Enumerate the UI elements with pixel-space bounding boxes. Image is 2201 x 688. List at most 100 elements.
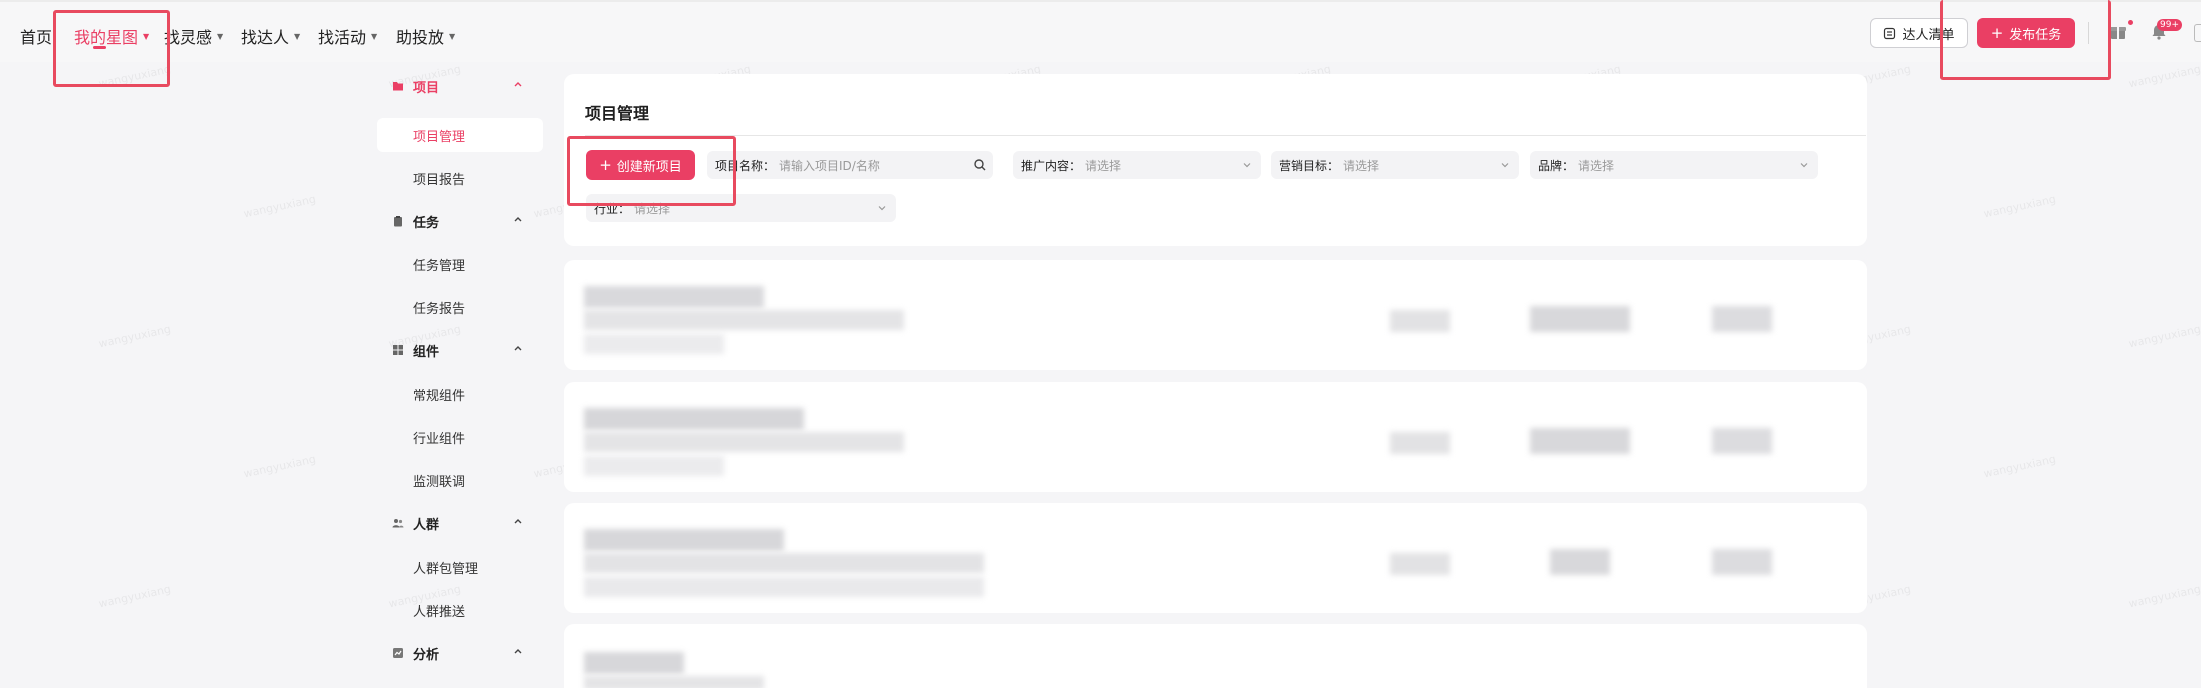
sidebar-item-industry-component[interactable]: 行业组件: [377, 420, 543, 454]
sidebar-group-audience[interactable]: 人群: [377, 511, 543, 535]
caret-down-icon: ▼: [294, 31, 301, 41]
sidebar-item-label: 常规组件: [413, 388, 466, 404]
watermark-text: wangyuxiang: [1982, 192, 2058, 221]
redacted-value: [1712, 428, 1772, 454]
chevron-up-icon: [514, 519, 522, 524]
redacted-value: [1390, 553, 1450, 575]
nav-find-talent-label: 找达人: [241, 28, 290, 47]
sidebar-item-label: 任务管理: [413, 258, 466, 274]
sidebar-group-analysis[interactable]: 分析: [377, 641, 543, 665]
sidebar-item-label: 人群推送: [413, 604, 466, 620]
watermark-text: wangyuxiang: [242, 192, 318, 221]
project-filter-panel: 项目管理 + 创建新项目 项目名称： 请输入项目ID/名称 推广内容： 请选择 …: [564, 74, 1867, 246]
sidebar-group-label: 项目: [413, 80, 440, 96]
sidebar-group-label: 组件: [413, 344, 440, 360]
chevron-down-icon: [878, 206, 886, 211]
sidebar-item-label: 项目报告: [413, 172, 466, 188]
sidebar-item-label: 人群包管理: [413, 561, 479, 577]
sidebar-item-audience-package[interactable]: 人群包管理: [377, 550, 543, 584]
gift-notification-dot: [2128, 20, 2133, 25]
filter-placeholder: 请选择: [634, 201, 671, 216]
nav-assist-delivery-label: 助投放: [396, 28, 445, 47]
redacted-text: [584, 310, 904, 330]
avatar-edge[interactable]: [2194, 24, 2201, 42]
sidebar-item-task-report[interactable]: 任务报告: [377, 290, 543, 324]
search-icon[interactable]: [973, 158, 987, 172]
create-project-button[interactable]: + 创建新项目: [586, 150, 695, 180]
watermark-text: wangyuxiang: [97, 62, 173, 91]
sidebar-item-standard-component[interactable]: 常规组件: [377, 377, 543, 411]
nav-my-xingtu-label: 我的星图: [74, 28, 139, 47]
industry-select[interactable]: 行业： 请选择: [586, 194, 896, 222]
brand-select[interactable]: 品牌： 请选择: [1530, 151, 1818, 179]
nav-assist-delivery[interactable]: 助投放 ▼: [396, 24, 455, 48]
watermark-text: wangyuxiang: [242, 452, 318, 481]
talent-list-button[interactable]: 达人清单: [1870, 18, 1968, 48]
nav-find-activity[interactable]: 找活动 ▼: [318, 24, 377, 48]
chart-icon: [393, 648, 403, 658]
filter-placeholder: 请选择: [1578, 158, 1615, 173]
chevron-up-icon: [514, 217, 522, 222]
project-name-search-input[interactable]: 项目名称： 请输入项目ID/名称: [707, 151, 993, 179]
redacted-text: [584, 334, 724, 354]
redacted-text: [584, 408, 804, 430]
filter-placeholder: 请选择: [1085, 158, 1122, 173]
redacted-value: [1390, 432, 1450, 454]
promotion-content-select[interactable]: 推广内容： 请选择: [1013, 151, 1261, 179]
sidebar-item-monitor-debug[interactable]: 监测联调: [377, 463, 543, 497]
grid-icon: [393, 345, 403, 355]
nav-home-label: 首页: [20, 28, 53, 47]
chevron-up-icon: [514, 649, 522, 654]
project-card[interactable]: [564, 382, 1867, 492]
gift-icon[interactable]: [2109, 23, 2127, 41]
caret-down-icon: ▼: [217, 31, 224, 41]
top-navigation-bar: 首页 我的星图 ▼ 找灵感 ▼ 找达人 ▼ 找活动 ▼ 助投放 ▼ 达人清单 + 发布任务…: [0, 0, 2201, 62]
sidebar-item-audience-push[interactable]: 人群推送: [377, 593, 543, 627]
filter-label: 行业：: [594, 201, 631, 216]
sidebar-item-task-management[interactable]: 任务管理: [377, 247, 543, 281]
sidebar-item-label: 监测联调: [413, 474, 466, 490]
watermark-text: wangyuxiang: [97, 322, 173, 351]
folder-icon: [393, 82, 403, 91]
sidebar-group-project[interactable]: 项目: [377, 74, 543, 98]
talent-list-label: 达人清单: [1902, 27, 1955, 43]
redacted-text: [584, 553, 984, 573]
caret-down-icon: ▼: [449, 31, 456, 41]
filter-label: 营销目标：: [1279, 158, 1340, 173]
project-card[interactable]: [564, 260, 1867, 370]
chevron-down-icon: [1800, 163, 1808, 168]
sidebar-item-project-report[interactable]: 项目报告: [377, 161, 543, 195]
toolbar-divider: [2088, 22, 2089, 44]
caret-down-icon: ▼: [371, 31, 378, 41]
sidebar-item-project-management[interactable]: 项目管理: [377, 118, 543, 152]
active-nav-indicator: [93, 46, 106, 49]
plus-icon: +: [599, 155, 612, 174]
redacted-text: [584, 432, 904, 452]
watermark-text: wangyuxiang: [2127, 62, 2201, 91]
caret-down-icon: ▼: [143, 31, 150, 41]
chevron-up-icon: [514, 82, 522, 87]
publish-task-label: 发布任务: [2009, 27, 2062, 43]
watermark-text: wangyuxiang: [97, 582, 173, 611]
title-divider: [585, 135, 1866, 136]
redacted-value: [1712, 306, 1772, 332]
marketing-goal-select[interactable]: 营销目标： 请选择: [1271, 151, 1519, 179]
nav-find-inspiration[interactable]: 找灵感 ▼: [164, 24, 223, 48]
publish-task-button[interactable]: + 发布任务: [1977, 18, 2075, 48]
redacted-text: [584, 286, 764, 308]
nav-my-xingtu[interactable]: 我的星图 ▼: [74, 24, 149, 48]
watermark-text: wangyuxiang: [1982, 452, 2058, 481]
sidebar-group-component[interactable]: 组件: [377, 338, 543, 362]
plus-icon: +: [1990, 23, 2004, 42]
filter-label: 推广内容：: [1021, 158, 1082, 173]
redacted-value: [1712, 549, 1772, 575]
sidebar-group-task[interactable]: 任务: [377, 209, 543, 233]
filter-placeholder: 请选择: [1343, 158, 1380, 173]
project-card[interactable]: [564, 624, 1867, 688]
nav-find-activity-label: 找活动: [318, 28, 367, 47]
clipboard-icon: [394, 216, 402, 227]
redacted-value: [1390, 310, 1450, 332]
nav-find-talent[interactable]: 找达人 ▼: [241, 24, 300, 48]
project-card[interactable]: [564, 503, 1867, 613]
nav-home[interactable]: 首页: [20, 24, 52, 48]
